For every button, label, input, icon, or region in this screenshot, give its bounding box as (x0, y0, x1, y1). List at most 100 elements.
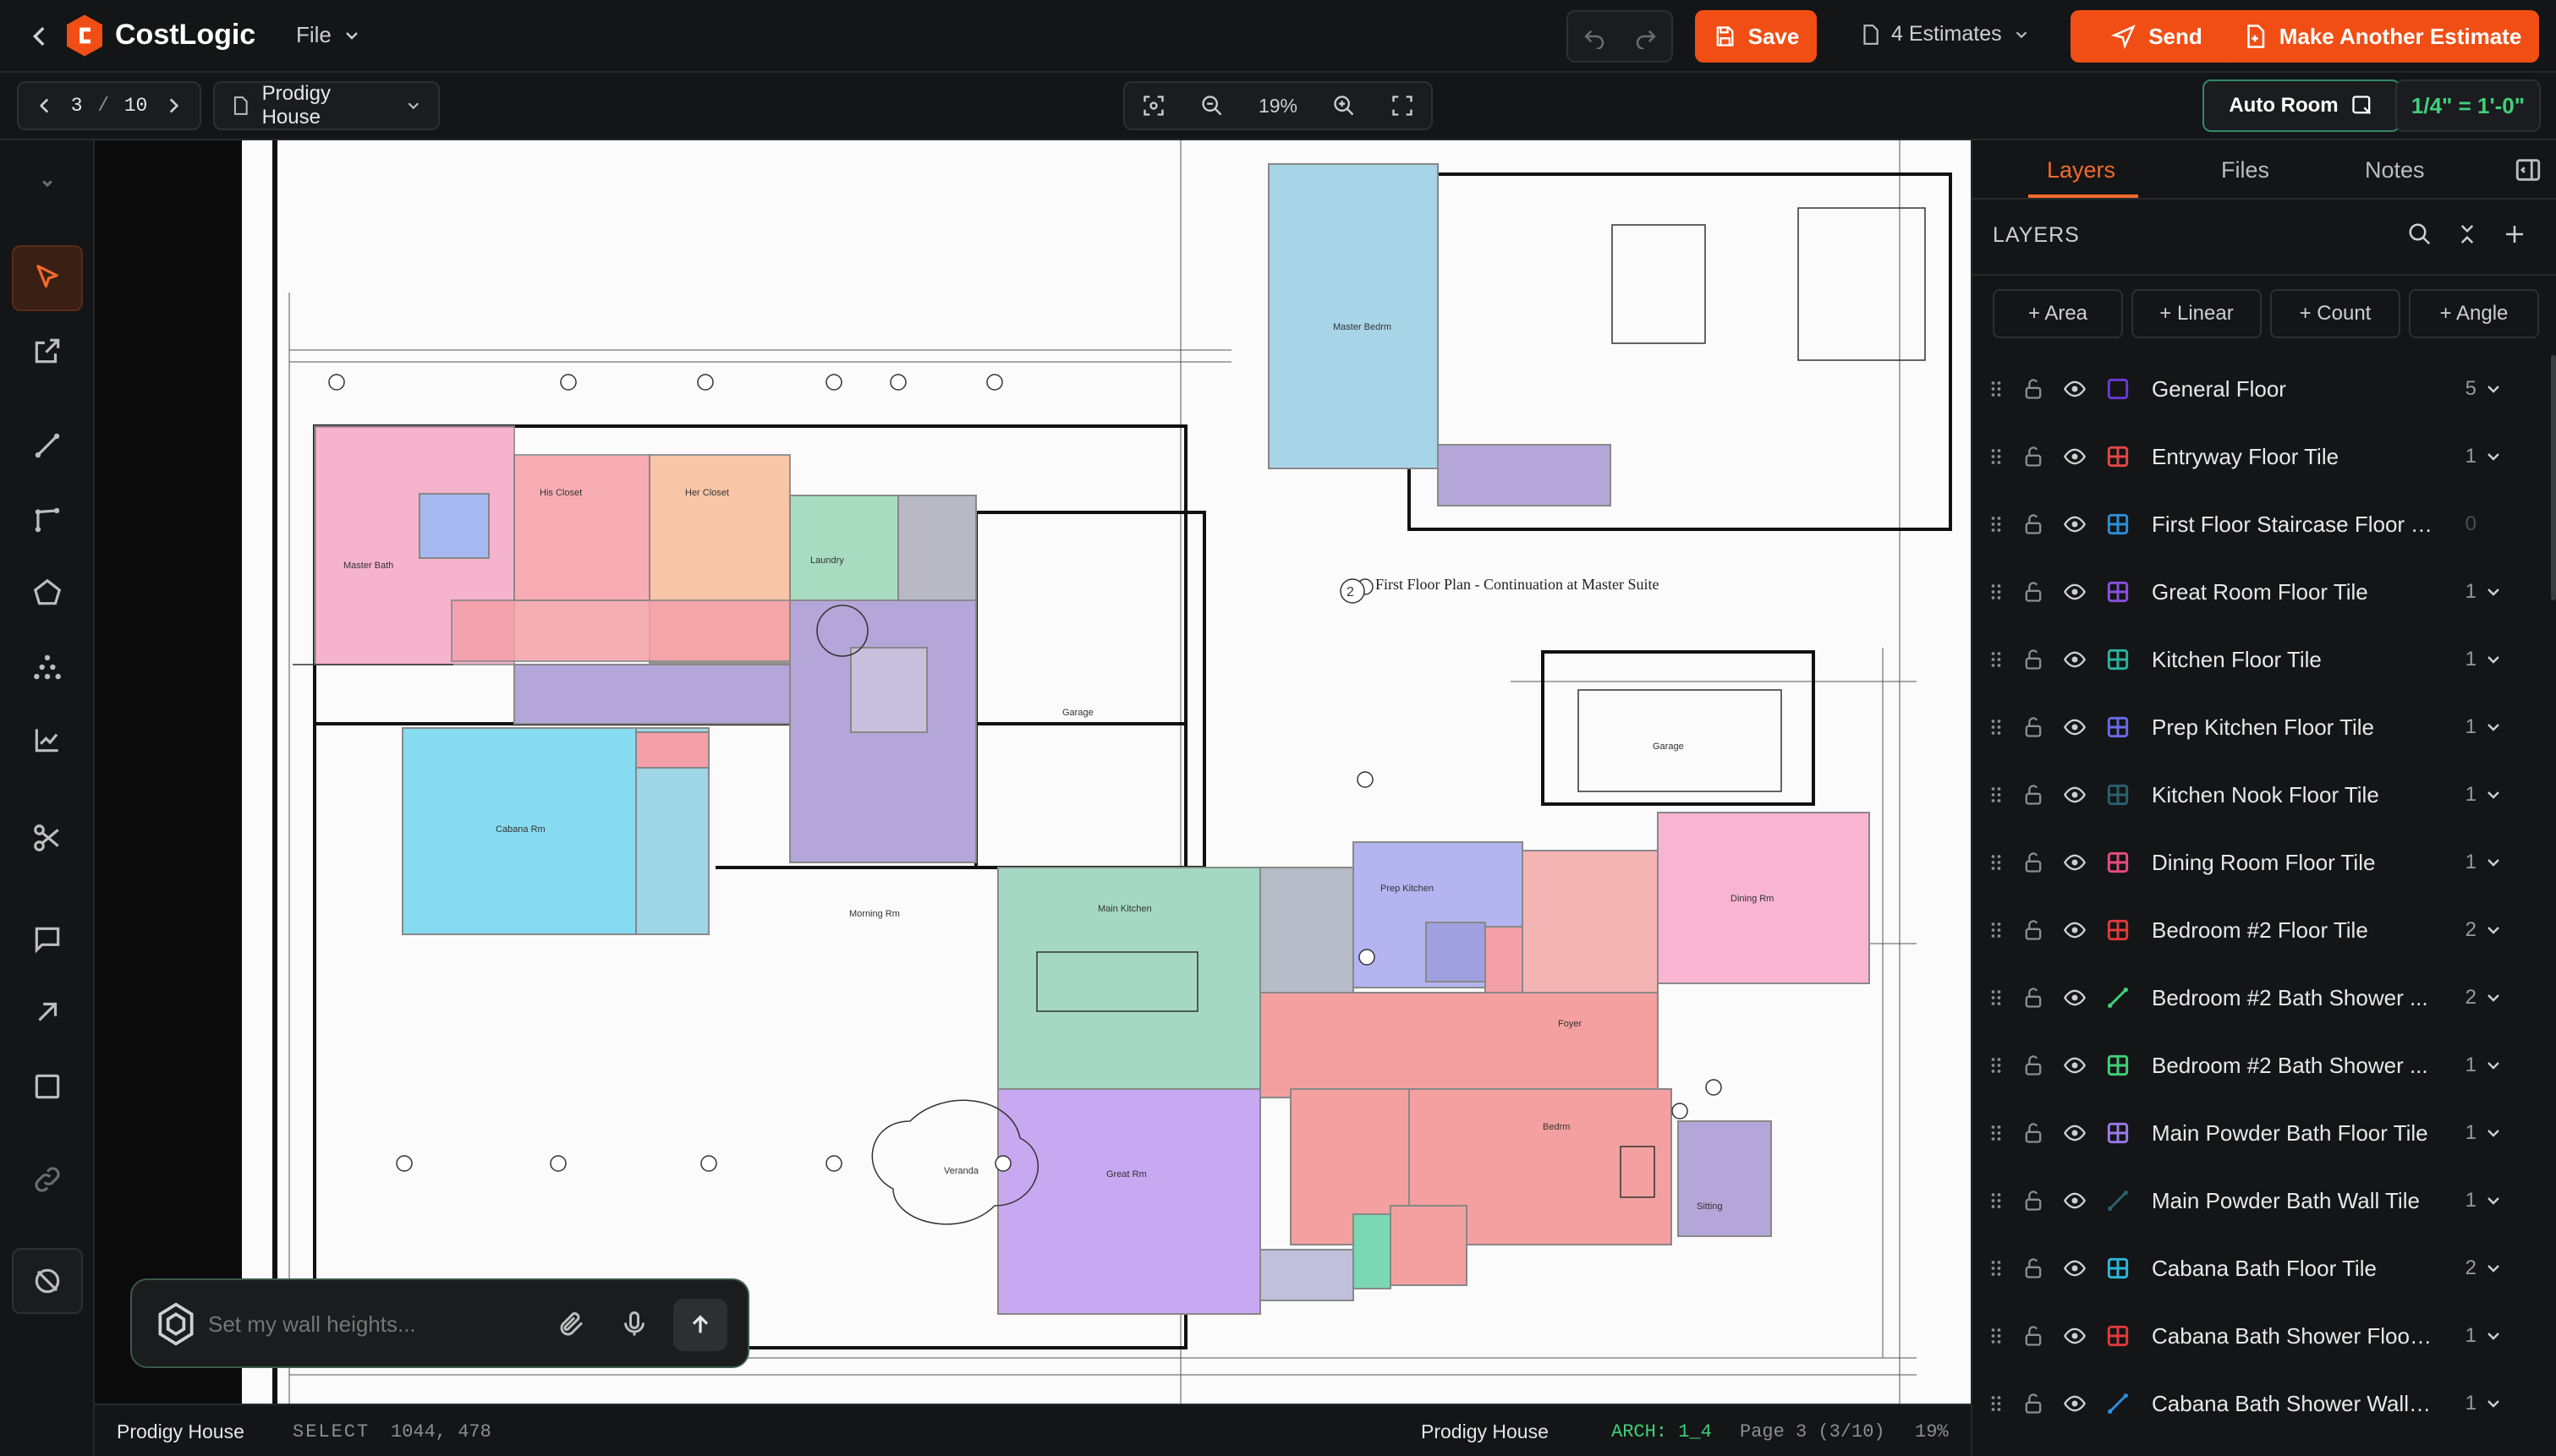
layer-row[interactable]: Main Powder Bath Floor Tile 1 (1972, 1099, 2556, 1167)
eye-icon[interactable] (2062, 715, 2087, 739)
eye-icon[interactable] (2062, 445, 2087, 468)
unlock-icon[interactable] (2021, 1256, 2045, 1280)
layer-row[interactable]: First Floor Staircase Floor Tile 0 (1972, 490, 2556, 558)
layer-row[interactable]: Bedroom #2 Bath Shower ... 1 (1972, 1032, 2556, 1099)
chevron-down-icon[interactable] (2483, 852, 2504, 873)
tool-menu-button[interactable] (12, 157, 83, 208)
collapse-all-icon[interactable] (2455, 222, 2482, 249)
unlock-icon[interactable] (2021, 445, 2045, 468)
eye-icon[interactable] (2062, 512, 2087, 536)
eye-icon[interactable] (2062, 1189, 2087, 1212)
drag-handle-icon[interactable] (1984, 512, 2008, 536)
drag-handle-icon[interactable] (1984, 1189, 2008, 1212)
back-icon[interactable] (25, 22, 54, 51)
chevron-down-icon[interactable] (2483, 1258, 2504, 1278)
send-button[interactable]: Send (2071, 10, 2243, 63)
fullscreen-icon[interactable] (1390, 94, 1414, 118)
drag-handle-icon[interactable] (1984, 648, 2008, 671)
layer-row[interactable]: General Floor 5 (1972, 355, 2556, 423)
unlock-icon[interactable] (2021, 1054, 2045, 1077)
layer-row[interactable]: Bedroom #2 Bath Shower ... 2 (1972, 964, 2556, 1032)
drag-handle-icon[interactable] (1984, 783, 2008, 807)
unlock-icon[interactable] (2021, 648, 2045, 671)
add-count-button[interactable]: + Count (2270, 289, 2400, 338)
drag-handle-icon[interactable] (1984, 1392, 2008, 1415)
layer-row[interactable]: Entryway Floor Tile 1 (1972, 423, 2556, 490)
drag-handle-icon[interactable] (1984, 445, 2008, 468)
layer-row[interactable]: Great Room Floor Tile 1 (1972, 558, 2556, 626)
count-tool[interactable] (12, 634, 83, 700)
cut-tool[interactable] (12, 805, 83, 871)
chevron-right-icon[interactable] (162, 95, 184, 117)
collapse-panel-icon[interactable] (2514, 156, 2542, 184)
drawing-canvas[interactable]: 2 First Floor Plan - Continuation at Mas… (95, 140, 1971, 1404)
polyline-tool[interactable] (12, 487, 83, 553)
drag-handle-icon[interactable] (1984, 1256, 2008, 1280)
add-layer-icon[interactable] (2502, 222, 2529, 249)
make-another-estimate-button[interactable]: Make Another Estimate (2224, 10, 2539, 63)
linear-tool[interactable] (12, 413, 83, 479)
layer-row[interactable]: Bedroom #2 Floor Tile 2 (1972, 896, 2556, 964)
unlock-icon[interactable] (2021, 1392, 2045, 1415)
unlock-icon[interactable] (2021, 715, 2045, 739)
eye-icon[interactable] (2062, 1324, 2087, 1348)
area-tool[interactable] (12, 560, 83, 626)
eye-icon[interactable] (2062, 1392, 2087, 1415)
unlock-icon[interactable] (2021, 783, 2045, 807)
chevron-down-icon[interactable] (2483, 446, 2504, 467)
unlock-icon[interactable] (2021, 1324, 2045, 1348)
scale-indicator[interactable]: 1/4" = 1'-0" (2395, 79, 2541, 132)
eye-icon[interactable] (2062, 1121, 2087, 1145)
tab-files[interactable]: Files (2221, 140, 2269, 200)
eye-icon[interactable] (2062, 986, 2087, 1010)
eye-icon[interactable] (2062, 1256, 2087, 1280)
fit-selection-icon[interactable] (1142, 94, 1166, 118)
unlock-icon[interactable] (2021, 986, 2045, 1010)
project-selector[interactable]: Prodigy House (213, 81, 440, 130)
layer-row[interactable]: Cabana Bath Shower Floor ... 1 (1972, 1302, 2556, 1370)
layer-list-scrollbar[interactable] (2551, 355, 2556, 600)
add-linear-button[interactable]: + Linear (2131, 289, 2262, 338)
layer-row[interactable]: Cabana Bath Shower Wall T... 1 (1972, 1370, 2556, 1437)
unlock-icon[interactable] (2021, 580, 2045, 604)
drag-handle-icon[interactable] (1984, 986, 2008, 1010)
layer-row[interactable]: Dining Room Floor Tile 1 (1972, 829, 2556, 896)
chevron-down-icon[interactable] (2483, 1326, 2504, 1346)
eye-icon[interactable] (2062, 580, 2087, 604)
chevron-down-icon[interactable] (2483, 582, 2504, 602)
hide-annotations-tool[interactable] (12, 1248, 83, 1314)
external-link-tool[interactable] (12, 318, 83, 384)
select-tool[interactable] (12, 245, 83, 311)
add-angle-button[interactable]: + Angle (2409, 289, 2539, 338)
layer-row[interactable]: Prep Kitchen Floor Tile 1 (1972, 693, 2556, 761)
chevron-down-icon[interactable] (2483, 1055, 2504, 1076)
layer-row[interactable]: Main Powder Bath Wall Tile 1 (1972, 1167, 2556, 1234)
chevron-down-icon[interactable] (2483, 717, 2504, 737)
eye-icon[interactable] (2062, 1054, 2087, 1077)
layer-row[interactable]: Kitchen Floor Tile 1 (1972, 626, 2556, 693)
chart-tool[interactable] (12, 707, 83, 773)
search-icon[interactable] (2407, 222, 2434, 249)
eye-icon[interactable] (2062, 918, 2087, 942)
unlock-icon[interactable] (2021, 377, 2045, 401)
drag-handle-icon[interactable] (1984, 1324, 2008, 1348)
layer-row[interactable]: Cabana Bath Floor Tile 2 (1972, 1234, 2556, 1302)
link-tool[interactable] (12, 1147, 83, 1212)
rectangle-tool[interactable] (12, 1054, 83, 1119)
estimates-dropdown[interactable]: 4 Estimates (1859, 22, 2031, 47)
save-button[interactable]: Save (1695, 10, 1817, 63)
chevron-down-icon[interactable] (2483, 1123, 2504, 1143)
add-area-button[interactable]: + Area (1993, 289, 2123, 338)
microphone-icon[interactable] (619, 1309, 653, 1343)
drag-handle-icon[interactable] (1984, 918, 2008, 942)
drag-handle-icon[interactable] (1984, 851, 2008, 874)
page-current[interactable]: 3 (71, 95, 83, 117)
unlock-icon[interactable] (2021, 918, 2045, 942)
unlock-icon[interactable] (2021, 512, 2045, 536)
chevron-down-icon[interactable] (2483, 920, 2504, 940)
auto-room-button[interactable]: Auto Room (2202, 79, 2400, 132)
unlock-icon[interactable] (2021, 1121, 2045, 1145)
arrow-tool[interactable] (12, 979, 83, 1045)
drag-handle-icon[interactable] (1984, 377, 2008, 401)
file-menu[interactable]: File (296, 22, 362, 48)
